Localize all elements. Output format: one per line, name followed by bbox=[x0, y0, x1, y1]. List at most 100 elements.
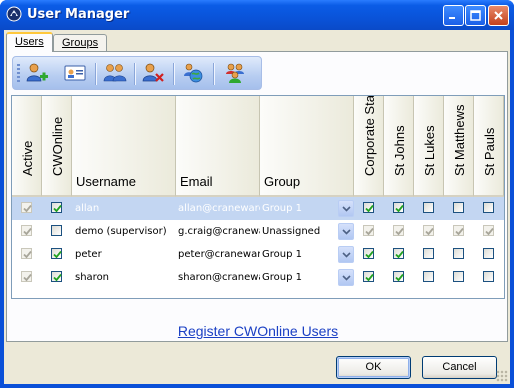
users-group-icon[interactable] bbox=[103, 62, 127, 84]
checkbox-stlukes bbox=[423, 225, 434, 236]
checkmark-icon bbox=[395, 250, 404, 259]
column-header-cwonline[interactable]: CWOnline bbox=[42, 96, 72, 197]
group-dropdown-button[interactable] bbox=[338, 269, 354, 286]
checkmark-icon bbox=[395, 273, 404, 282]
column-header-corporate-label: Corporate Sta. bbox=[361, 95, 377, 176]
checkbox-stjohns[interactable] bbox=[393, 271, 404, 282]
tab-groups[interactable]: Groups bbox=[53, 34, 108, 52]
register-cwonline-users-link[interactable]: Register CWOnline Users bbox=[7, 323, 509, 339]
chevron-down-icon bbox=[342, 206, 351, 212]
cancel-button[interactable]: Cancel bbox=[422, 356, 497, 379]
column-header-group-label: Group bbox=[264, 174, 301, 189]
checkbox-corporate[interactable] bbox=[363, 248, 374, 259]
user-card-icon[interactable] bbox=[63, 62, 87, 84]
minimize-icon bbox=[449, 17, 455, 19]
close-button[interactable] bbox=[488, 5, 509, 26]
checkbox-stlukes[interactable] bbox=[423, 248, 434, 259]
checkbox-stmatthews[interactable] bbox=[453, 271, 464, 282]
maximize-icon bbox=[470, 10, 481, 21]
group-dropdown-button[interactable] bbox=[338, 200, 354, 217]
checkmark-icon bbox=[395, 227, 404, 236]
tab-groups-label: Groups bbox=[62, 37, 99, 49]
column-header-stpauls[interactable]: St Pauls bbox=[474, 96, 504, 197]
column-header-stjohns[interactable]: St Johns bbox=[384, 96, 414, 197]
checkbox-active bbox=[21, 271, 32, 282]
checkbox-corporate[interactable] bbox=[363, 271, 374, 282]
cell-username[interactable]: demo (supervisor) bbox=[75, 220, 175, 243]
column-header-stpauls-label: St Pauls bbox=[481, 127, 497, 176]
group-dropdown-button[interactable] bbox=[338, 223, 354, 240]
table-row[interactable]: peter peter@craneware Group 1 bbox=[12, 243, 504, 266]
checkbox-corporate bbox=[363, 225, 374, 236]
delete-user-icon[interactable] bbox=[141, 62, 165, 84]
column-header-stjohns-label: St Johns bbox=[391, 125, 407, 176]
toolbar-grip[interactable] bbox=[17, 64, 20, 84]
cell-username[interactable]: peter bbox=[75, 243, 175, 266]
cell-username[interactable]: sharon bbox=[75, 266, 175, 289]
close-icon bbox=[494, 11, 503, 20]
checkbox-active bbox=[21, 202, 32, 213]
checkbox-stlukes[interactable] bbox=[423, 271, 434, 282]
checkbox-stjohns[interactable] bbox=[393, 202, 404, 213]
cell-group[interactable]: Group 1 bbox=[262, 197, 338, 220]
cell-group[interactable]: Group 1 bbox=[262, 266, 338, 289]
cell-email[interactable]: peter@craneware bbox=[178, 243, 260, 266]
cell-email[interactable]: sharon@cranewar bbox=[178, 266, 260, 289]
column-header-active[interactable]: Active bbox=[12, 96, 42, 197]
checkbox-stjohns[interactable] bbox=[393, 248, 404, 259]
minimize-button[interactable] bbox=[443, 5, 464, 26]
chevron-down-icon bbox=[342, 229, 351, 235]
column-header-active-label: Active bbox=[19, 140, 35, 176]
globe-user-icon[interactable] bbox=[181, 62, 205, 84]
toolbar bbox=[12, 56, 262, 90]
column-header-stlukes-label: St Lukes bbox=[421, 125, 437, 176]
cell-group[interactable]: Group 1 bbox=[262, 243, 338, 266]
group-dropdown-button[interactable] bbox=[338, 246, 354, 263]
checkbox-stpauls[interactable] bbox=[483, 248, 494, 259]
checkbox-corporate[interactable] bbox=[363, 202, 374, 213]
users-grid: Active CWOnline Username Email Group Cor… bbox=[11, 95, 505, 299]
maximize-button[interactable] bbox=[465, 5, 486, 26]
checkbox-stpauls[interactable] bbox=[483, 202, 494, 213]
checkbox-cwonline[interactable] bbox=[51, 225, 62, 236]
cell-email[interactable]: g.craig@cranewa bbox=[178, 220, 260, 243]
column-header-corporate[interactable]: Corporate Sta. bbox=[354, 96, 384, 197]
toolbar-separator bbox=[173, 63, 175, 85]
toolbar-separator bbox=[95, 63, 97, 85]
checkmark-icon bbox=[23, 273, 32, 282]
cell-email[interactable]: allan@craneware bbox=[178, 197, 260, 220]
toolbar-separator bbox=[213, 63, 215, 85]
column-header-stmatthews[interactable]: St Matthews bbox=[444, 96, 474, 197]
checkbox-stmatthews[interactable] bbox=[453, 202, 464, 213]
add-user-icon[interactable] bbox=[25, 62, 49, 84]
column-header-group[interactable]: Group bbox=[260, 96, 354, 197]
cell-username[interactable]: allan bbox=[75, 197, 175, 220]
checkmark-icon bbox=[365, 227, 374, 236]
group-icon[interactable] bbox=[223, 62, 247, 84]
checkbox-stmatthews[interactable] bbox=[453, 248, 464, 259]
checkbox-stmatthews bbox=[453, 225, 464, 236]
dialog-body: Users Groups Active CWOnline Username Em… bbox=[4, 30, 510, 384]
column-header-email[interactable]: Email bbox=[176, 96, 260, 197]
checkmark-icon bbox=[395, 204, 404, 213]
checkbox-cwonline[interactable] bbox=[51, 202, 62, 213]
checkmark-icon bbox=[23, 250, 32, 259]
tab-users[interactable]: Users bbox=[6, 32, 53, 52]
title-bar[interactable]: User Manager bbox=[0, 0, 514, 30]
column-header-stlukes[interactable]: St Lukes bbox=[414, 96, 444, 197]
table-row[interactable]: allan allan@craneware Group 1 bbox=[12, 197, 504, 220]
column-header-username[interactable]: Username bbox=[72, 96, 176, 197]
resize-grip[interactable] bbox=[496, 370, 508, 382]
checkbox-cwonline[interactable] bbox=[51, 248, 62, 259]
ok-button[interactable]: OK bbox=[336, 356, 411, 379]
checkbox-stlukes[interactable] bbox=[423, 202, 434, 213]
column-header-username-label: Username bbox=[76, 174, 136, 189]
checkmark-icon bbox=[485, 227, 494, 236]
checkbox-cwonline[interactable] bbox=[51, 271, 62, 282]
table-row[interactable]: demo (supervisor) g.craig@cranewa Unassign… bbox=[12, 220, 504, 243]
column-header-email-label: Email bbox=[180, 174, 213, 189]
cell-group[interactable]: Unassigned bbox=[262, 220, 338, 243]
table-row[interactable]: sharon sharon@cranewar Group 1 bbox=[12, 266, 504, 289]
checkbox-stpauls[interactable] bbox=[483, 271, 494, 282]
user-manager-window: User Manager Users Groups Active CWOnlin… bbox=[0, 0, 514, 388]
